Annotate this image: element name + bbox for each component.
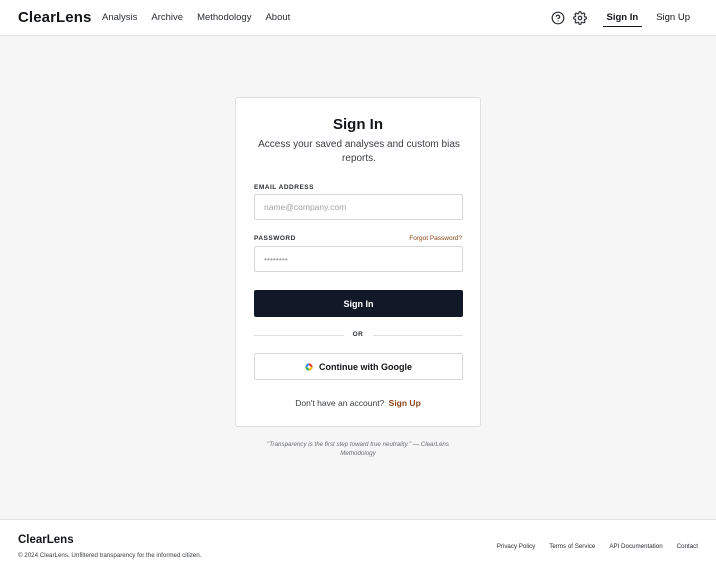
footer-link-privacy[interactable]: Privacy Policy	[497, 543, 536, 550]
page-title: Sign In	[333, 116, 383, 133]
sign-in-button[interactable]: Sign In	[254, 290, 463, 317]
google-icon	[305, 359, 313, 374]
header-sign-up-link[interactable]: Sign Up	[652, 10, 694, 26]
nav-item-analysis[interactable]: Analysis	[102, 12, 137, 23]
password-field[interactable]	[254, 246, 463, 272]
signup-link[interactable]: Sign Up	[389, 398, 421, 408]
footer-link-contact[interactable]: Contact	[677, 543, 698, 550]
logo[interactable]: ClearLens	[18, 9, 91, 26]
help-circle-icon[interactable]	[549, 9, 567, 27]
footer-link-api-docs[interactable]: API Documentation	[609, 543, 662, 550]
email-label: EMAIL ADDRESS	[254, 184, 314, 191]
password-label: PASSWORD	[254, 235, 296, 242]
forgot-password-link[interactable]: Forgot Password?	[409, 235, 462, 242]
main-nav: Analysis Archive Methodology About	[102, 12, 304, 23]
methodology-quote: "Transparency is the first step toward t…	[267, 441, 449, 457]
footer-copyright: © 2024 ClearLens. Unfiltered transparenc…	[18, 552, 202, 559]
gear-icon[interactable]	[571, 9, 589, 27]
signup-prompt-text: Don't have an account?	[295, 398, 385, 408]
email-field[interactable]	[254, 194, 463, 220]
nav-item-about[interactable]: About	[265, 12, 290, 23]
nav-item-methodology[interactable]: Methodology	[197, 12, 251, 23]
footer: ClearLens © 2024 ClearLens. Unfiltered t…	[0, 519, 716, 573]
sign-in-card: Sign In Access your saved analyses and c…	[235, 97, 481, 427]
header-sign-in-link[interactable]: Sign In	[602, 10, 643, 27]
google-button-label: Continue with Google	[319, 361, 412, 372]
divider-line-right	[373, 335, 463, 336]
nav-item-archive[interactable]: Archive	[151, 12, 183, 23]
footer-link-terms[interactable]: Terms of Service	[549, 543, 595, 550]
footer-links: Privacy Policy Terms of Service API Docu…	[483, 543, 698, 550]
footer-logo[interactable]: ClearLens	[18, 534, 74, 546]
header-actions: Sign In Sign Up	[549, 9, 694, 27]
top-header: ClearLens Analysis Archive Methodology A…	[0, 0, 716, 36]
signup-prompt: Don't have an account? Sign Up	[236, 398, 480, 408]
google-sign-in-button[interactable]: Continue with Google	[254, 353, 463, 380]
card-subtitle: Access your saved analyses and custom bi…	[258, 139, 460, 164]
